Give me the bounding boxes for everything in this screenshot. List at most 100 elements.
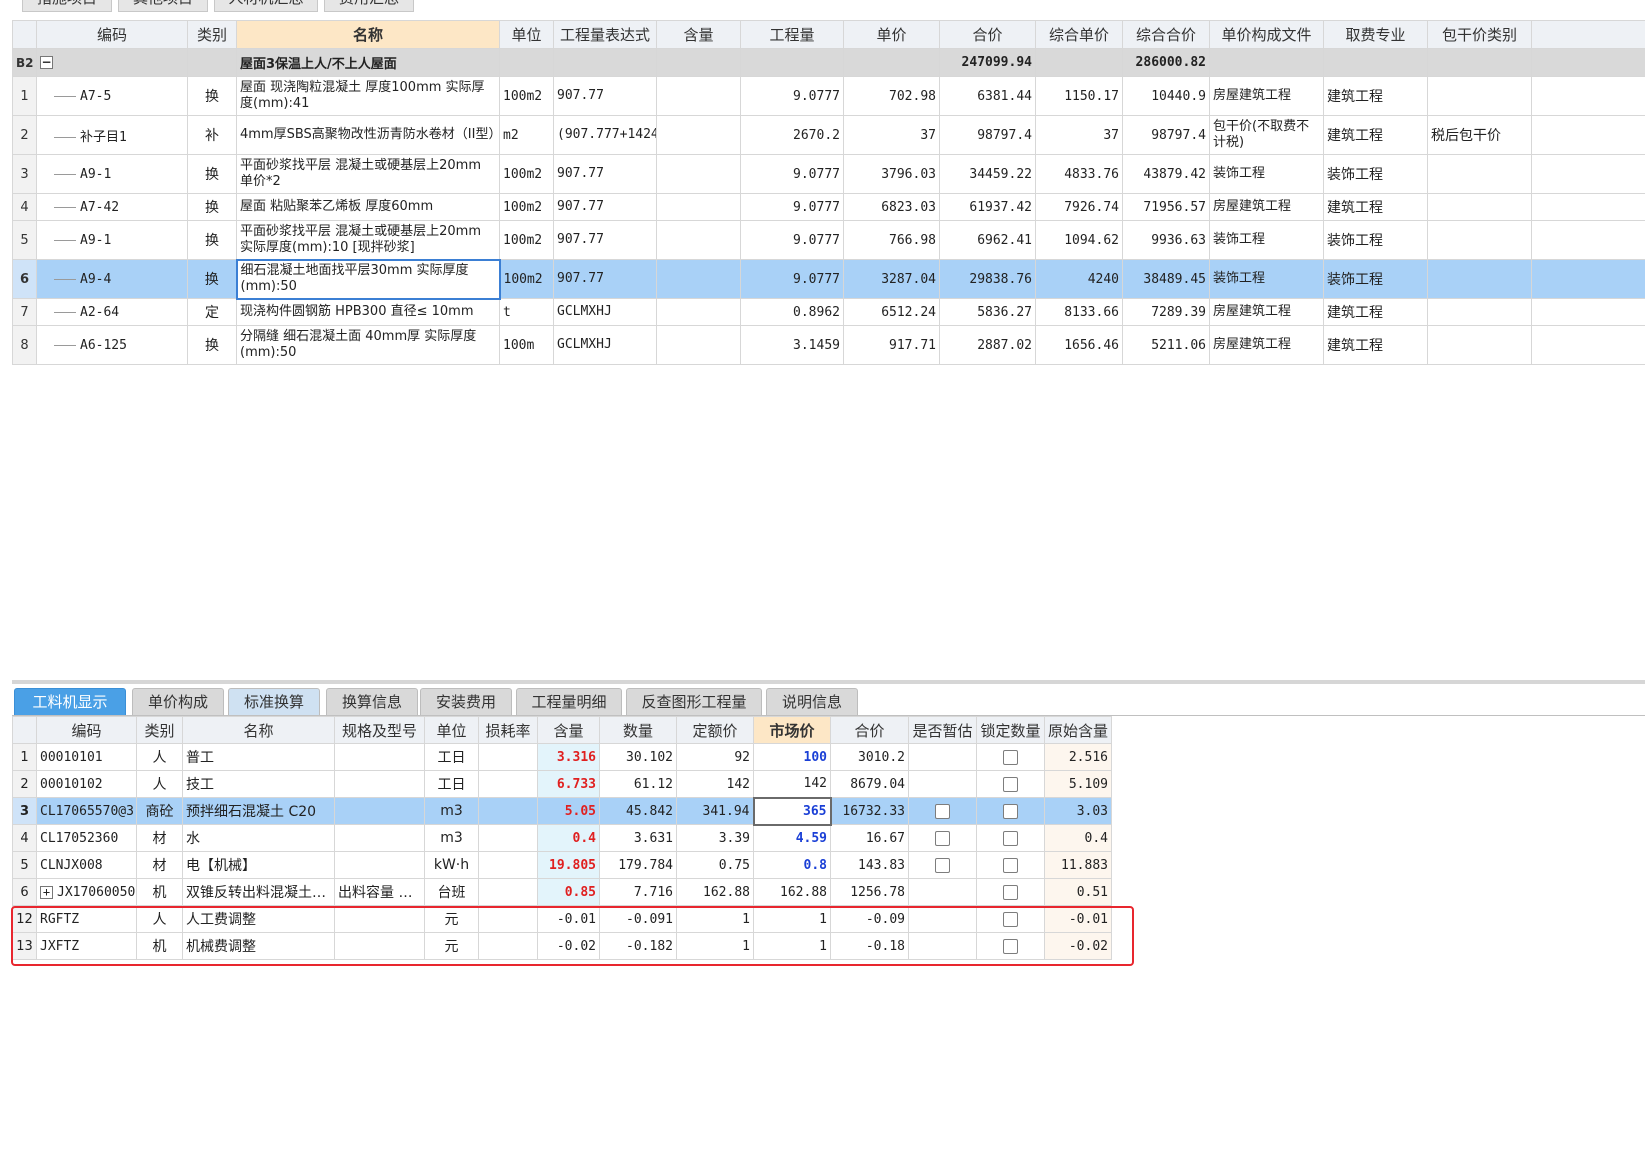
material-content[interactable]: 6.733 [537, 770, 600, 798]
row-number[interactable]: 5 [12, 851, 37, 879]
material-total[interactable]: 143.83 [830, 851, 909, 879]
col-header-content[interactable]: 含量 [537, 716, 600, 744]
item-quantity[interactable]: 9.0777 [740, 220, 844, 260]
item-quantity[interactable]: 3.1459 [740, 325, 844, 365]
item-price-file[interactable]: 装饰工程 [1209, 259, 1324, 299]
material-unit[interactable]: 台班 [424, 878, 479, 906]
material-lock-qty[interactable] [976, 743, 1045, 771]
item-unit[interactable]: 100m2 [499, 220, 554, 260]
item-total[interactable]: 6962.41 [939, 220, 1036, 260]
material-market-price[interactable]: 142 [753, 770, 831, 798]
material-row[interactable]: 6 + JX17060050 机双锥反转出料混凝土… 出料容量 … 台班 0.85 7.716… [12, 878, 1112, 906]
material-original-content[interactable]: 3.03 [1044, 797, 1112, 825]
tab-quantity-detail[interactable]: 工程量明细 [516, 688, 622, 716]
material-spec[interactable] [334, 932, 425, 960]
material-lock-qty[interactable] [976, 878, 1045, 906]
item-type[interactable]: 定 [187, 298, 237, 326]
item-unit-price[interactable]: 6823.03 [843, 193, 940, 221]
material-row[interactable]: 2 00010102 人技工 工日 6.733 61.12 142 142 8679.04 5.1… [12, 770, 1112, 798]
table-row[interactable]: 8 A6-125 换分隔缝 细石混凝土面 40mm厚 实际厚度(mm):50 100m… [12, 325, 1645, 365]
item-name[interactable]: 平面砂浆找平层 混凝土或硬基层上20mm 实际厚度(mm):10 [现拌砂浆] [236, 220, 500, 260]
item-comp-price[interactable]: 7926.74 [1035, 193, 1123, 221]
panel-splitter[interactable] [12, 680, 1645, 684]
item-package-type[interactable] [1427, 220, 1532, 260]
group-toggle-cell[interactable]: − [36, 48, 188, 77]
material-quantity[interactable]: 45.842 [599, 797, 677, 825]
item-expression[interactable]: 907.77 [553, 76, 657, 116]
col-header-total[interactable]: 合价 [830, 716, 909, 744]
row-number[interactable]: 2 [12, 770, 37, 798]
table-row[interactable]: 7 A2-64 定现浇构件圆钢筋 HPB300 直径≤ 10mm t GCLMXHJ 0.… [12, 298, 1645, 326]
material-content[interactable]: 5.05 [537, 797, 600, 825]
item-blank[interactable] [1531, 325, 1645, 365]
material-market-price[interactable]: 1 [753, 905, 831, 933]
item-blank[interactable] [1531, 76, 1645, 116]
item-expression[interactable]: GCLMXHJ [553, 298, 657, 326]
item-content[interactable] [656, 76, 741, 116]
item-unit[interactable]: 100m2 [499, 259, 554, 299]
material-spec[interactable] [334, 743, 425, 771]
material-loss-rate[interactable] [478, 743, 538, 771]
material-base-price[interactable]: 341.94 [676, 797, 754, 825]
item-comp-price[interactable]: 4833.76 [1035, 154, 1123, 194]
estimate-checkbox[interactable] [935, 830, 950, 846]
item-comp-total[interactable]: 38489.45 [1122, 259, 1210, 299]
material-name[interactable]: 水 [182, 824, 335, 852]
item-price-file[interactable]: 房屋建筑工程 [1209, 193, 1324, 221]
collapse-icon[interactable]: − [40, 56, 53, 69]
item-total[interactable]: 6381.44 [939, 76, 1036, 116]
item-blank[interactable] [1531, 115, 1645, 155]
item-package-type[interactable] [1427, 325, 1532, 365]
item-unit[interactable]: 100m2 [499, 76, 554, 116]
material-spec[interactable] [334, 824, 425, 852]
item-comp-total[interactable]: 9936.63 [1122, 220, 1210, 260]
lock-checkbox[interactable] [1003, 803, 1018, 819]
item-code[interactable]: A7-5 [36, 76, 188, 116]
material-code[interactable]: CLNJX008 [36, 851, 137, 879]
item-package-type[interactable] [1427, 76, 1532, 116]
material-lock-qty[interactable] [976, 770, 1045, 798]
material-base-price[interactable]: 142 [676, 770, 754, 798]
row-number[interactable]: 5 [12, 220, 37, 260]
item-fee-major[interactable]: 建筑工程 [1323, 298, 1428, 326]
material-spec[interactable] [334, 905, 425, 933]
material-market-price[interactable]: 100 [753, 743, 831, 771]
col-header-type[interactable]: 类别 [187, 20, 237, 49]
col-header-loss-rate[interactable]: 损耗率 [478, 716, 538, 744]
item-unit-price[interactable]: 37 [843, 115, 940, 155]
material-original-content[interactable]: 2.516 [1044, 743, 1112, 771]
col-header-comp-price[interactable]: 综合单价 [1035, 20, 1123, 49]
material-name[interactable]: 预拌细石混凝土 C20 [182, 797, 335, 825]
item-fee-major[interactable]: 建筑工程 [1323, 76, 1428, 116]
row-number[interactable]: 3 [12, 797, 37, 825]
item-name[interactable]: 现浇构件圆钢筋 HPB300 直径≤ 10mm [236, 298, 500, 326]
item-fee-major[interactable]: 建筑工程 [1323, 325, 1428, 365]
item-code[interactable]: 补子目1 [36, 115, 188, 155]
material-row[interactable]: 5 CLNJX008 材电【机械】 kW·h 19.805 179.784 0.75 0.8 1… [12, 851, 1112, 879]
item-unit[interactable]: t [499, 298, 554, 326]
lock-checkbox[interactable] [1003, 830, 1018, 846]
material-name[interactable]: 机械费调整 [182, 932, 335, 960]
item-unit-price[interactable]: 6512.24 [843, 298, 940, 326]
item-total[interactable]: 34459.22 [939, 154, 1036, 194]
item-total[interactable]: 29838.76 [939, 259, 1036, 299]
lock-checkbox[interactable] [1003, 884, 1018, 900]
material-total[interactable]: -0.18 [830, 932, 909, 960]
col-header-unit[interactable]: 单位 [424, 716, 479, 744]
table-row[interactable]: 4 A7-42 换屋面 粘贴聚苯乙烯板 厚度60mm 100m2 907.77 9.077… [12, 193, 1645, 221]
col-header-quantity[interactable]: 数量 [599, 716, 677, 744]
material-unit[interactable]: m3 [424, 824, 479, 852]
material-market-price[interactable]: 365 [752, 796, 832, 826]
item-price-file[interactable]: 房屋建筑工程 [1209, 298, 1324, 326]
item-type[interactable]: 换 [187, 325, 237, 365]
material-type[interactable]: 人 [136, 770, 183, 798]
material-loss-rate[interactable] [478, 797, 538, 825]
row-number[interactable]: 12 [12, 905, 37, 933]
item-unit[interactable]: 100m2 [499, 193, 554, 221]
material-type[interactable]: 人 [136, 905, 183, 933]
material-content[interactable]: 3.316 [537, 743, 600, 771]
material-estimate[interactable] [908, 905, 977, 933]
material-type[interactable]: 材 [136, 824, 183, 852]
expand-icon[interactable]: + [40, 885, 53, 899]
material-base-price[interactable]: 1 [676, 932, 754, 960]
